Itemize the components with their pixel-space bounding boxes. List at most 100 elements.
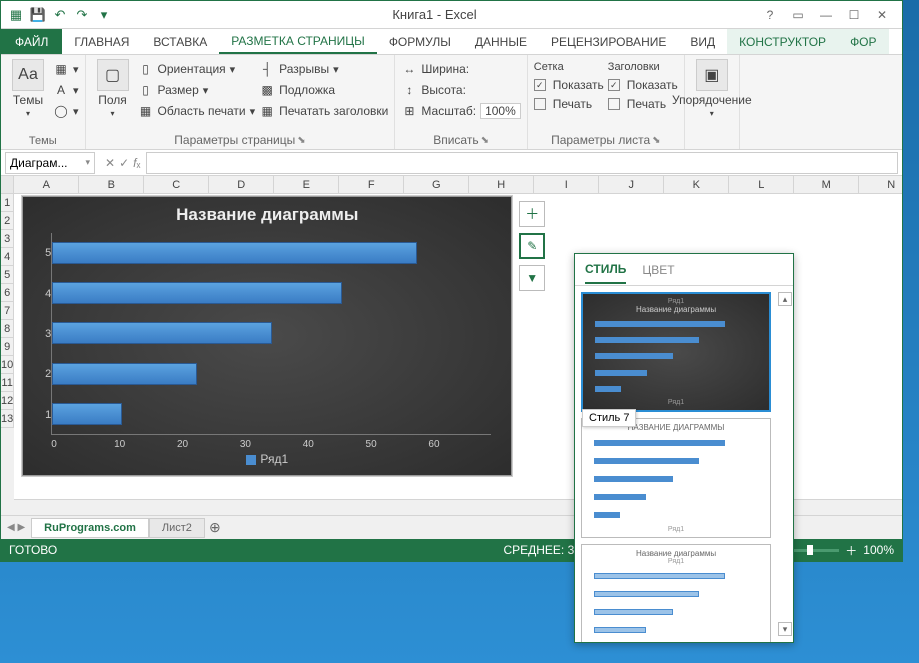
chart-filters-button[interactable]: ▼: [519, 265, 545, 291]
column-header[interactable]: F: [339, 176, 404, 194]
column-header[interactable]: I: [534, 176, 599, 194]
column-header[interactable]: E: [274, 176, 339, 194]
ribbon-display-icon[interactable]: ▭: [786, 5, 810, 25]
chart-value-axis[interactable]: 0 10 20 30 40 50 60: [23, 439, 511, 450]
tab-insert[interactable]: ВСТАВКА: [141, 29, 219, 54]
row-header[interactable]: 8: [1, 320, 14, 338]
chart-category-axis[interactable]: 5 4 3 2 1: [31, 233, 51, 435]
print-area-button[interactable]: ▦Область печати ▾: [138, 101, 256, 121]
chart-title[interactable]: Название диаграммы: [23, 197, 511, 229]
height-control[interactable]: ↕Высота:: [401, 80, 520, 100]
gridlines-print-checkbox[interactable]: Печать: [534, 95, 604, 113]
sheet-tab-active[interactable]: RuPrograms.com: [31, 518, 149, 538]
maximize-icon[interactable]: ☐: [842, 5, 866, 25]
column-header[interactable]: D: [209, 176, 274, 194]
column-header[interactable]: K: [664, 176, 729, 194]
row-header[interactable]: 11: [1, 374, 14, 392]
new-sheet-button[interactable]: ⊕: [205, 519, 225, 536]
headings-print-checkbox[interactable]: Печать: [608, 95, 678, 113]
zoom-in-icon[interactable]: ＋: [845, 542, 857, 559]
color-tab[interactable]: ЦВЕТ: [642, 257, 674, 283]
minimize-icon[interactable]: —: [814, 5, 838, 25]
sheet-nav[interactable]: ◀ ▶: [1, 522, 31, 533]
insert-function-icon[interactable]: fₓ: [133, 156, 140, 170]
sheet-options-launcher[interactable]: ⬊: [652, 135, 660, 146]
column-header[interactable]: J: [599, 176, 664, 194]
chart-bar[interactable]: [52, 242, 416, 264]
width-control[interactable]: ↔Ширина:: [401, 59, 520, 79]
column-header[interactable]: L: [729, 176, 794, 194]
chart-style-thumbnail[interactable]: Ряд1 Название диаграммы Ряд1: [581, 292, 771, 412]
row-header[interactable]: 4: [1, 248, 14, 266]
chart-elements-button[interactable]: ＋: [519, 201, 545, 227]
margins-button[interactable]: ▢ Поля ▾: [92, 59, 134, 131]
scroll-down-icon[interactable]: ▾: [778, 622, 792, 636]
name-box[interactable]: Диаграм...▾: [5, 152, 95, 174]
row-header[interactable]: 2: [1, 212, 14, 230]
scale-control[interactable]: ⊞Масштаб: 100%: [401, 101, 520, 121]
undo-icon[interactable]: ↶: [51, 6, 69, 24]
select-all-button[interactable]: [1, 176, 14, 194]
formula-input[interactable]: [146, 152, 898, 174]
column-header[interactable]: N: [859, 176, 902, 194]
chart-legend[interactable]: Ряд1: [23, 450, 511, 468]
tab-page-layout[interactable]: РАЗМЕТКА СТРАНИЦЫ: [219, 29, 377, 54]
column-header[interactable]: A: [14, 176, 79, 194]
tab-home[interactable]: ГЛАВНАЯ: [62, 29, 141, 54]
row-header[interactable]: 3: [1, 230, 14, 248]
styles-scrollbar[interactable]: ▴ ▾: [777, 292, 793, 636]
orientation-button[interactable]: ▯Ориентация ▾: [138, 59, 256, 79]
row-header[interactable]: 9: [1, 338, 14, 356]
column-header[interactable]: M: [794, 176, 859, 194]
themes-button[interactable]: Аа Темы ▾: [7, 59, 49, 133]
tab-review[interactable]: РЕЦЕНЗИРОВАНИЕ: [539, 29, 678, 54]
fit-launcher[interactable]: ⬊: [481, 135, 489, 146]
tab-chart-design[interactable]: КОНСТРУКТОР: [727, 29, 838, 54]
chart-bar[interactable]: [52, 322, 272, 344]
headings-view-checkbox[interactable]: ✓Показать: [608, 76, 678, 94]
chart-bar[interactable]: [52, 363, 197, 385]
help-icon[interactable]: ?: [758, 5, 782, 25]
tab-data[interactable]: ДАННЫЕ: [463, 29, 539, 54]
row-header[interactable]: 5: [1, 266, 14, 284]
enter-formula-icon[interactable]: ✓: [119, 156, 129, 170]
background-button[interactable]: ▩Подложка: [259, 80, 388, 100]
row-header[interactable]: 10: [1, 356, 14, 374]
column-header[interactable]: H: [469, 176, 534, 194]
size-button[interactable]: ▯Размер ▾: [138, 80, 256, 100]
column-header[interactable]: C: [144, 176, 209, 194]
redo-icon[interactable]: ↷: [73, 6, 91, 24]
tab-formulas[interactable]: ФОРМУЛЫ: [377, 29, 463, 54]
chart-bar[interactable]: [52, 403, 122, 425]
chart-styles-button[interactable]: ✎: [519, 233, 545, 259]
chart-style-thumbnail[interactable]: Стиль 7 НАЗВАНИЕ ДИАГРАММЫ Ряд1: [581, 418, 771, 538]
arrange-button[interactable]: ▣ Упорядочение ▾: [691, 59, 733, 145]
tab-view[interactable]: ВИД: [678, 29, 727, 54]
theme-fonts-button[interactable]: A▾: [53, 80, 79, 100]
style-tab[interactable]: СТИЛЬ: [585, 256, 626, 284]
close-icon[interactable]: ✕: [870, 5, 894, 25]
chart-bar[interactable]: [52, 282, 342, 304]
row-header[interactable]: 6: [1, 284, 14, 302]
row-header[interactable]: 1: [1, 194, 14, 212]
cancel-formula-icon[interactable]: ✕: [105, 156, 115, 170]
theme-effects-button[interactable]: ◯▾: [53, 101, 79, 121]
chart-plot-area[interactable]: 5 4 3 2 1: [23, 229, 511, 439]
column-header[interactable]: G: [404, 176, 469, 194]
chart-bars[interactable]: [51, 233, 491, 435]
print-titles-button[interactable]: ▦Печатать заголовки: [259, 101, 388, 121]
qat-customize-icon[interactable]: ▾: [95, 6, 113, 24]
chart-style-thumbnail[interactable]: Название диаграммы Ряд1: [581, 544, 771, 642]
tab-file[interactable]: ФАЙЛ: [1, 29, 62, 54]
sheet-tab[interactable]: Лист2: [149, 518, 205, 538]
embedded-chart[interactable]: Название диаграммы 5 4 3 2 1: [22, 196, 512, 476]
row-header[interactable]: 13: [1, 410, 14, 428]
row-header[interactable]: 12: [1, 392, 14, 410]
column-header[interactable]: B: [79, 176, 144, 194]
tab-chart-format[interactable]: ФОР: [838, 29, 888, 54]
theme-colors-button[interactable]: ▦▾: [53, 59, 79, 79]
zoom-level[interactable]: 100%: [863, 543, 894, 557]
page-setup-launcher[interactable]: ⬊: [297, 135, 305, 146]
scroll-up-icon[interactable]: ▴: [778, 292, 792, 306]
save-icon[interactable]: 💾: [29, 6, 47, 24]
